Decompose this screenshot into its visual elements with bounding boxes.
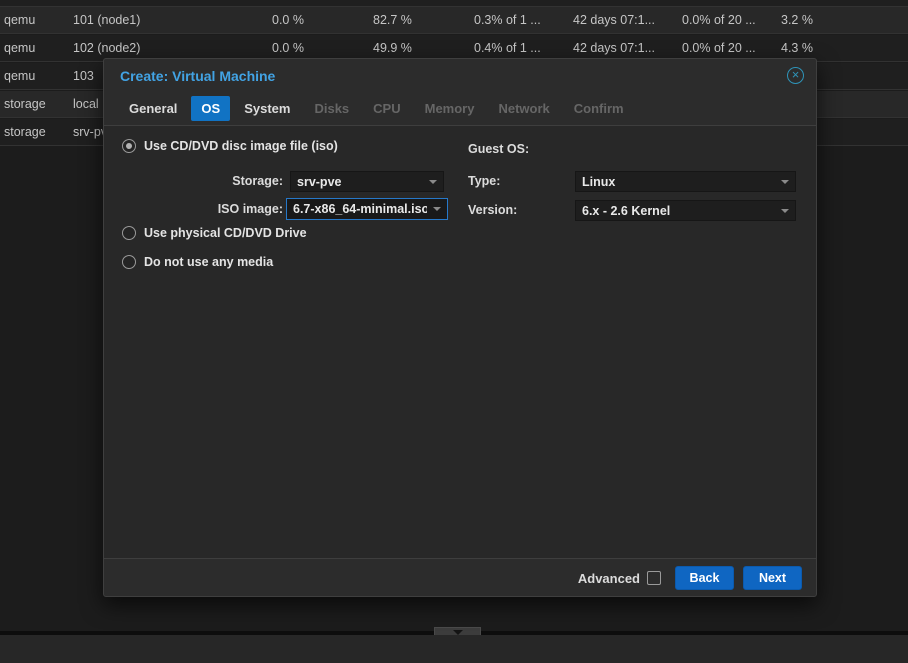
grid-row-101[interactable]: qemu 101 (node1) 0.0 % 82.7 % 0.3% of 1 … [0,7,908,34]
guest-version-value: 6.x - 2.6 Kernel [576,204,775,218]
cell-mem: 82.7 % [373,7,412,34]
radio-use-iso[interactable]: Use CD/DVD disc image file (iso) [122,139,338,153]
tab-os[interactable]: OS [191,96,230,121]
dialog-titlebar: Create: Virtual Machine × [104,59,816,92]
cell-cpu: 0.0 % [272,7,304,34]
chevron-down-icon [781,180,789,184]
cell-type: storage [4,119,46,146]
radio-icon-unselected[interactable] [122,255,136,269]
cell-disk: 0.3% of 1 ... [474,7,541,34]
version-dropdown-trigger[interactable] [775,201,795,220]
storage-select[interactable]: srv-pve [290,171,444,192]
radio-no-media-label: Do not use any media [144,255,273,269]
version-label: Version: [468,200,517,221]
back-button[interactable]: Back [675,566,734,590]
tab-general[interactable]: General [119,96,187,121]
iso-image-value: 6.7-x86_64-minimal.iso [293,202,427,216]
chevron-down-icon [781,209,789,213]
close-icon[interactable]: × [787,67,804,84]
iso-image-label: ISO image: [163,199,283,220]
iso-dropdown-trigger[interactable] [427,199,447,219]
cell-id: 101 (node1) [73,7,140,34]
advanced-checkbox[interactable] [647,571,661,585]
next-button[interactable]: Next [743,566,802,590]
type-label: Type: [468,171,500,192]
cell-type: qemu [4,0,35,7]
chevron-down-icon [429,180,437,184]
dialog-tabbar: General OS System Disks CPU Memory Netwo… [104,92,816,125]
guest-os-label: Guest OS: [468,139,529,160]
guest-type-value: Linux [576,175,775,189]
chevron-down-icon [433,207,441,211]
iso-image-input[interactable]: 6.7-x86_64-minimal.iso [286,198,448,220]
cell-id: local [73,91,99,118]
cell-type: qemu [4,7,35,34]
chevron-down-icon [453,630,463,635]
cell-type: qemu [4,35,35,62]
tab-disks: Disks [304,96,359,121]
cell-type: storage [4,91,46,118]
guest-type-select[interactable]: Linux [575,171,796,192]
radio-no-media[interactable]: Do not use any media [122,255,273,269]
tab-system[interactable]: System [234,96,300,121]
tab-memory: Memory [415,96,485,121]
type-dropdown-trigger[interactable] [775,172,795,191]
grid-row-partial[interactable]: qemu [0,0,908,7]
log-panel [0,635,908,663]
dialog-title: Create: Virtual Machine [120,68,787,84]
advanced-label: Advanced [578,571,640,586]
radio-physical-cd[interactable]: Use physical CD/DVD Drive [122,226,307,240]
tab-cpu: CPU [363,96,410,121]
cell-host-cpu: 3.2 % [781,7,813,34]
create-vm-dialog: Create: Virtual Machine × General OS Sys… [103,58,817,597]
radio-use-iso-label: Use CD/DVD disc image file (iso) [144,139,338,153]
dialog-content: Use CD/DVD disc image file (iso) Storage… [104,125,816,559]
cell-id: 103 [73,63,94,90]
tab-confirm: Confirm [564,96,634,121]
cell-uptime: 42 days 07:1... [573,7,655,34]
cell-type: qemu [4,63,35,90]
proxmox-screen: qemu qemu 101 (node1) 0.0 % 82.7 % 0.3% … [0,0,908,663]
tab-network: Network [488,96,559,121]
dialog-footer: Advanced Back Next [104,560,816,596]
storage-label: Storage: [163,171,283,192]
radio-icon-selected[interactable] [122,139,136,153]
radio-physical-cd-label: Use physical CD/DVD Drive [144,226,307,240]
storage-value: srv-pve [291,175,423,189]
guest-version-select[interactable]: 6.x - 2.6 Kernel [575,200,796,221]
cell-host-mem: 0.0% of 20 ... [682,7,756,34]
radio-icon-unselected[interactable] [122,226,136,240]
storage-dropdown-trigger[interactable] [423,172,443,191]
